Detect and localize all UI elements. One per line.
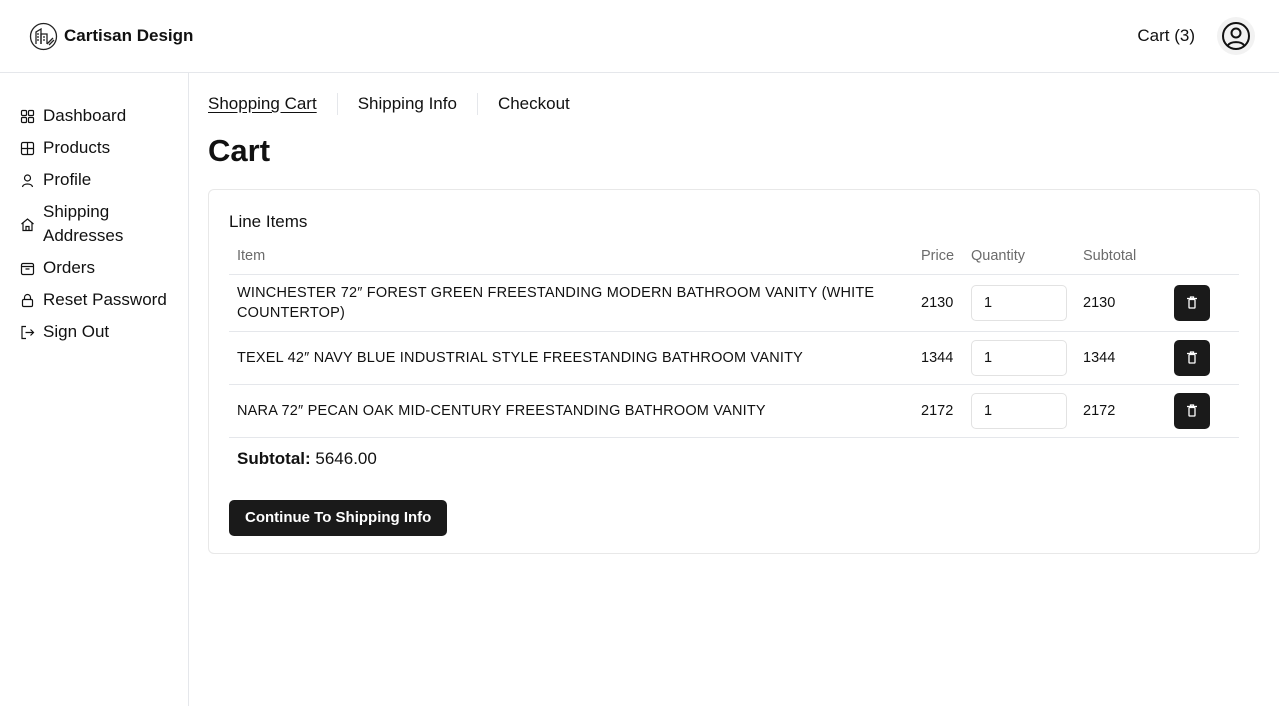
lock-icon (20, 288, 35, 312)
trash-icon (1187, 351, 1197, 364)
top-header: Cartisan Design Cart (3) (0, 0, 1279, 73)
header-actions: Cart (3) (1137, 17, 1255, 55)
quantity-input[interactable] (971, 339, 1067, 376)
line-items-card: Line Items Item Price Quantity Subtotal … (208, 189, 1260, 554)
cart-subtotal: Subtotal: 5646.00 (237, 448, 1239, 470)
item-name: TEXEL 42″ NAVY BLUE INDUSTRIAL STYLE FRE… (229, 331, 913, 385)
table-header-row: Item Price Quantity Subtotal (229, 238, 1239, 275)
column-header-item: Item (229, 238, 913, 275)
brand-name: Cartisan Design (64, 26, 194, 45)
item-subtotal: 2130 (1075, 274, 1166, 332)
table-row: NARA 72″ PECAN OAK MID-CENTURY FREESTAND… (229, 384, 1239, 438)
actions-cell (1166, 274, 1239, 332)
quantity-cell (963, 384, 1075, 438)
column-header-price: Price (913, 238, 963, 275)
line-items-table: Item Price Quantity Subtotal WINCHESTER … (229, 238, 1239, 438)
step-checkout[interactable]: Checkout (498, 94, 570, 114)
page-title: Cart (208, 133, 271, 168)
item-price: 2130 (913, 274, 963, 332)
item-price: 2172 (913, 384, 963, 438)
quantity-input[interactable] (971, 284, 1067, 321)
item-name: NARA 72″ PECAN OAK MID-CENTURY FREESTAND… (229, 384, 913, 438)
sidebar-item-orders[interactable]: Orders (0, 256, 188, 280)
cart-link[interactable]: Cart (3) (1137, 26, 1195, 46)
table-icon (20, 136, 35, 160)
sidebar-item-products[interactable]: Products (0, 136, 188, 160)
trash-icon (1187, 296, 1197, 309)
delete-item-button[interactable] (1174, 339, 1210, 376)
sidebar-item-shipping-addresses[interactable]: Shipping Addresses (0, 200, 188, 248)
column-header-subtotal: Subtotal (1075, 238, 1166, 275)
quantity-input[interactable] (971, 392, 1067, 429)
sidebar-item-label: Shipping Addresses (43, 202, 124, 245)
subtotal-label: Subtotal: (237, 448, 311, 468)
quantity-cell (963, 274, 1075, 332)
sidebar-item-label: Profile (43, 170, 92, 189)
column-header-quantity: Quantity (963, 238, 1075, 275)
sidebar-item-profile[interactable]: Profile (0, 168, 188, 192)
sidebar-item-label: Products (43, 138, 111, 157)
sidebar-item-label: Dashboard (43, 106, 127, 125)
step-shipping-info[interactable]: Shipping Info (358, 94, 457, 114)
step-shopping-cart[interactable]: Shopping Cart (208, 94, 317, 114)
item-subtotal: 1344 (1075, 331, 1166, 385)
user-icon (20, 168, 35, 192)
delete-item-button[interactable] (1174, 284, 1210, 321)
quantity-cell (963, 331, 1075, 385)
continue-to-shipping-button[interactable]: Continue To Shipping Info (229, 499, 448, 536)
brand[interactable]: Cartisan Design (29, 22, 193, 51)
trash-icon (1187, 404, 1197, 417)
sign-out-icon (20, 320, 35, 344)
item-price: 1344 (913, 331, 963, 385)
main-content: Shopping Cart Shipping Info Checkout Car… (208, 73, 1260, 554)
sidebar-item-sign-out[interactable]: Sign Out (0, 320, 188, 344)
card-title: Line Items (229, 212, 308, 231)
step-divider (476, 93, 478, 115)
column-header-actions (1166, 238, 1239, 275)
item-name: WINCHESTER 72″ FOREST GREEN FREESTANDING… (229, 274, 913, 332)
actions-cell (1166, 331, 1239, 385)
actions-cell (1166, 384, 1239, 438)
sidebar-item-reset-password[interactable]: Reset Password (0, 288, 188, 312)
home-icon (20, 200, 35, 248)
sidebar-item-label: Sign Out (43, 322, 110, 341)
sidebar: Dashboard Products Profile Shipping Addr… (0, 73, 189, 706)
user-circle-icon (1222, 22, 1250, 50)
step-divider (336, 93, 338, 115)
checkout-steps: Shopping Cart Shipping Info Checkout (208, 73, 1260, 135)
table-row: WINCHESTER 72″ FOREST GREEN FREESTANDING… (229, 274, 1239, 332)
grid-icon (20, 104, 35, 128)
delete-item-button[interactable] (1174, 392, 1210, 429)
sidebar-item-dashboard[interactable]: Dashboard (0, 104, 188, 128)
package-icon (20, 256, 35, 280)
item-subtotal: 2172 (1075, 384, 1166, 438)
sidebar-item-label: Reset Password (43, 290, 167, 309)
avatar[interactable] (1217, 17, 1255, 55)
table-row: TEXEL 42″ NAVY BLUE INDUSTRIAL STYLE FRE… (229, 331, 1239, 385)
brand-logo-icon (29, 22, 58, 50)
sidebar-item-label: Orders (43, 258, 95, 277)
subtotal-value: 5646.00 (315, 448, 377, 468)
